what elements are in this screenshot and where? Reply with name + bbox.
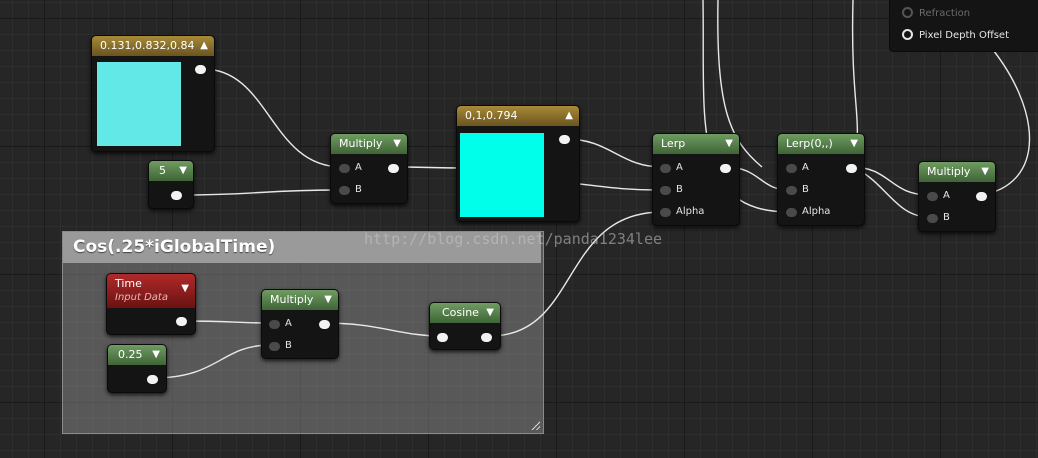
pin-label: A [802,162,809,173]
pin-label: Alpha [676,206,705,217]
pin-label: B [943,212,950,223]
wire [565,138,663,168]
node-title: Multiply [927,165,971,178]
node-title: 0.131,0.832,0.84 [100,39,195,52]
node-title: Lerp [661,137,686,150]
input-pin-alpha[interactable] [660,208,671,217]
input-pin-b[interactable] [927,214,938,223]
constant-node-5[interactable]: 5 ▼ [148,160,194,209]
constant-node-025[interactable]: 0.25 ▼ [107,344,167,393]
input-pin-b[interactable] [786,186,797,195]
time-node[interactable]: Time Input Data ▼ [106,273,196,335]
node-title: 5 [159,164,166,177]
input-pin-alpha[interactable] [786,208,797,217]
input-pin-b[interactable] [339,186,350,195]
lerp-node-1[interactable]: Lerp ▼ A B Alpha [652,133,740,226]
node-title: 0,1,0.794 [465,109,518,122]
node-title: Lerp(0,,) [786,137,833,150]
multiply-node-2[interactable]: Multiply ▼ A B [261,289,339,359]
input-pin-a[interactable] [927,192,938,201]
node-title: Time [115,277,142,290]
node-title: 0.25 [118,348,143,361]
collapse-arrow-icon[interactable]: ▼ [181,282,189,296]
watermark-text: http://blog.csdn.net/panda1234lee [364,230,663,248]
output-pin[interactable] [147,375,158,384]
multiply-node-3[interactable]: Multiply ▼ A B [918,161,996,232]
input-pin-b[interactable] [660,186,671,195]
collapse-arrow-icon[interactable]: ▼ [393,137,401,151]
collapse-arrow-icon[interactable]: ▼ [152,348,160,362]
material-graph-canvas[interactable]: Cos(.25*iGlobalTime) 0.131,0.832,0.84▲ [0,0,1038,458]
output-pin[interactable] [171,191,182,200]
output-pin[interactable] [846,164,857,173]
wire [177,189,343,196]
input-pin-a[interactable] [339,164,350,173]
output-pin[interactable] [976,192,987,201]
wire [152,344,272,379]
multiply-node-1[interactable]: Multiply ▼ A B [330,133,408,204]
pin-label: B [676,184,683,195]
collapse-arrow-icon[interactable]: ▼ [725,137,733,151]
output-pin-pixel-depth-offset[interactable]: Pixel Depth Offset [902,29,1009,41]
node-subtitle: Input Data [115,292,168,303]
constant3-node-b[interactable]: 0,1,0.794 ▲ [456,105,580,222]
output-pin[interactable] [559,135,570,144]
input-pin[interactable] [437,333,448,342]
pin-label: A [676,162,683,173]
collapse-arrow-icon[interactable]: ▼ [850,137,858,151]
node-title: Cosine [442,306,479,319]
collapse-arrow-icon[interactable]: ▼ [486,306,494,320]
output-pin[interactable] [176,317,187,326]
cosine-node[interactable]: Cosine ▼ [429,302,501,350]
node-title: Multiply [270,293,314,306]
color-swatch [97,62,181,146]
output-pin[interactable] [720,164,731,173]
collapse-arrow-icon[interactable]: ▲ [200,39,208,53]
wire [202,68,343,168]
collapse-arrow-icon[interactable]: ▼ [324,293,332,307]
pin-label: B [355,184,362,195]
wire [323,322,442,337]
pin-label: B [285,340,292,351]
collapse-arrow-icon[interactable]: ▼ [179,164,187,178]
pin-label: A [943,190,950,201]
pin-ring-icon [902,29,913,40]
material-output-panel[interactable]: Refraction Pixel Depth Offset [889,0,1038,52]
output-pin[interactable] [195,65,206,74]
pin-label: B [802,184,809,195]
pin-label: Alpha [802,206,831,217]
collapse-arrow-icon[interactable]: ▼ [981,165,989,179]
lerp-node-2[interactable]: Lerp(0,,) ▼ A B Alpha [777,133,865,226]
pin-ring-icon [902,7,913,18]
input-pin-a[interactable] [660,164,671,173]
output-pin[interactable] [319,320,330,329]
pin-label: A [285,318,292,329]
constant3-node-a[interactable]: 0.131,0.832,0.84 ▲ [91,35,215,152]
output-pin[interactable] [388,164,399,173]
node-title: Multiply [339,137,383,150]
input-pin-a[interactable] [786,164,797,173]
input-pin-a[interactable] [269,320,280,329]
output-pin-refraction[interactable]: Refraction [902,7,970,19]
pin-label: A [355,162,362,173]
color-swatch [460,133,544,217]
output-pin[interactable] [481,333,492,342]
collapse-arrow-icon[interactable]: ▲ [565,109,573,123]
input-pin-b[interactable] [269,342,280,351]
